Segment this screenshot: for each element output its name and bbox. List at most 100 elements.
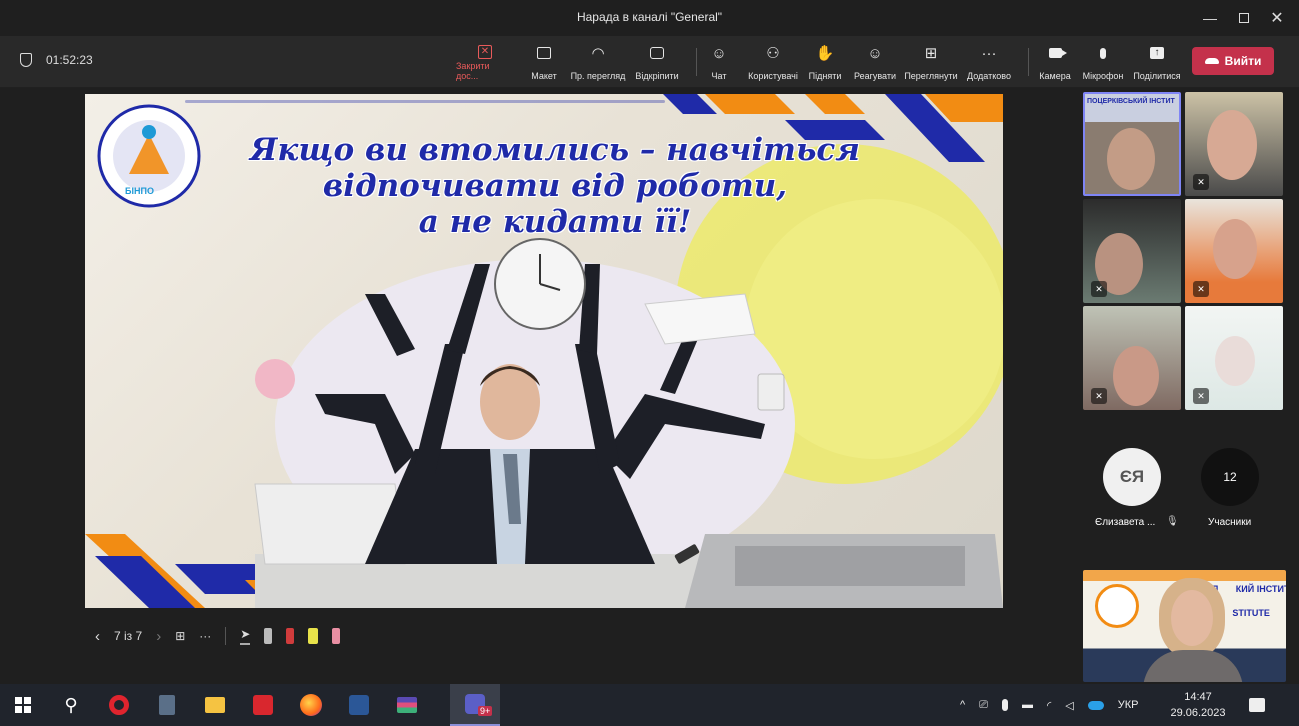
presentation-slide: БІНПО Якщо ви втомились – навчіться відп… [85,94,1003,608]
firefox-icon[interactable] [298,692,324,718]
people-button[interactable]: ⚇ Користувачі [746,43,800,81]
mic-off-icon: ✕ [1091,388,1107,404]
window-title: Нарада в каналі "General" [576,10,723,24]
chat-icon: ☺ [711,44,727,62]
camera-button[interactable]: Камера [1037,43,1073,81]
react-button[interactable]: ☺ Реагувати [852,43,898,82]
chat-button[interactable]: ☺ Чат [708,43,730,82]
calculator-icon[interactable] [154,692,180,718]
slide-counter: 7 із 7 [114,629,143,643]
stop-sharing-button[interactable]: ✕ Закрити дос... [456,43,514,81]
participant-face [1215,336,1255,386]
presenter-video[interactable]: БІЛ КИЙ ІНСТИТУТ BIL STITUTE [1083,570,1286,682]
mic-tray-icon[interactable] [1001,699,1008,711]
meet-now-icon[interactable]: ⎚ [979,699,988,712]
search-icon[interactable]: ⚲ [58,692,84,718]
slide-controls: ‹ 7 із 7 › ⊞ ··· ➤ [95,626,354,646]
language-indicator[interactable]: УКР [1118,699,1139,711]
presenter-body [1143,650,1243,682]
meeting-timer: 01:52:23 [20,53,93,67]
logo-text: БІНПО [125,186,154,196]
people-icon: ⚇ [766,45,780,62]
prev-slide-icon[interactable]: ‹ [95,628,100,645]
red-pen-icon[interactable] [286,628,295,644]
toolbar-divider [696,48,697,76]
popout-button[interactable]: Відкріпити [632,43,682,81]
video-tile-2[interactable]: ✕ [1185,92,1283,196]
clock[interactable]: 14:47 29.06.2023 [1168,689,1228,721]
grid-icon: ⊞ [924,45,938,62]
participant-name: Єлизавета ... [1095,517,1156,528]
more-button[interactable]: ··· Додатково [964,43,1014,82]
opera-icon[interactable] [106,692,132,718]
notifications-icon[interactable] [1244,692,1270,718]
eraser-icon[interactable] [332,628,341,644]
presenter-face [1171,590,1213,646]
popout-icon [650,47,664,59]
mic-off-icon: ✕ [1091,281,1107,297]
mic-off-icon: ✕ [1193,174,1209,190]
raise-hand-button[interactable]: ✋ Підняти [808,43,842,81]
layout-icon [537,47,551,59]
mic-off-icon: 🎙︎ [1166,516,1179,527]
wifi-icon[interactable]: ◜ [1047,699,1051,712]
video-tile-1[interactable]: ПОЦЕРКІВСЬКИЙ ІНСТИТ [1083,92,1181,196]
smile-icon: ☺ [867,44,883,62]
close-button[interactable]: ✕ [1260,4,1294,32]
microphone-icon [1100,47,1106,59]
system-tray: ^ ⎚ ▬ ◜ ◁ УКР [960,684,1138,726]
more-icon: ··· [981,44,997,62]
pdf-reader-icon[interactable] [250,692,276,718]
video-tile-4[interactable]: ✕ [1185,199,1283,303]
participant-face [1107,128,1155,190]
video-tile-6[interactable]: ✕ [1185,306,1283,410]
eye-icon: ◠ [591,45,605,62]
share-icon: ↑ [1150,47,1164,59]
pen-tool-icon[interactable] [264,628,273,644]
video-tile-3[interactable]: ✕ [1083,199,1181,303]
notification-badge: 9+ [478,706,493,716]
more-options-icon[interactable]: ··· [199,629,211,643]
camera-icon [1048,48,1067,58]
view-button[interactable]: ◠ Пр. перегляд [569,43,627,81]
highlighter-icon[interactable] [308,628,319,644]
hand-icon: ✋ [815,45,835,62]
participant-face [1213,219,1257,279]
word-icon[interactable] [346,692,372,718]
minimize-button[interactable]: — [1193,4,1227,32]
divider [225,627,227,645]
maximize-button[interactable] [1227,4,1261,32]
battery-icon[interactable]: ▬ [1022,699,1033,711]
leave-button[interactable]: Вийти [1192,47,1274,75]
toolbar-divider [1028,48,1029,76]
participant-count-bubble[interactable]: 12 [1201,448,1259,506]
mic-off-icon: ✕ [1193,281,1209,297]
file-explorer-icon[interactable] [202,692,228,718]
participants-label: Учасники [1208,517,1252,528]
meeting-toolbar: 01:52:23 ✕ Закрити дос... Макет ◠ Пр. пе… [0,36,1299,88]
next-slide-icon[interactable]: › [156,628,161,645]
teams-taskbar-button[interactable]: 9+ [450,684,500,726]
start-icon[interactable] [10,692,36,718]
phone-icon [1204,58,1219,64]
pointer-tool-icon[interactable]: ➤ [240,627,251,645]
volume-icon[interactable]: ◁ [1065,699,1073,712]
timer-text: 01:52:23 [46,53,93,67]
title-bar: Нарада в каналі "General" — ✕ [0,0,1299,36]
mic-off-icon: ✕ [1193,388,1209,404]
mic-button[interactable]: Мікрофон [1080,43,1126,81]
windows-taskbar: ⚲ 9+ ^ ⎚ ▬ ◜ ◁ УКР 14:47 29.06.2023 [0,684,1299,726]
shared-content-stage: БІНПО Якщо ви втомились – навчіться відп… [0,89,1080,684]
tray-overflow-icon[interactable]: ^ [960,699,965,711]
shield-icon [20,53,32,67]
video-tile-5[interactable]: ✕ [1083,306,1181,410]
layout-button[interactable]: Макет [528,43,560,81]
onedrive-icon[interactable] [1087,700,1104,710]
app-icon[interactable] [394,692,420,718]
share-button[interactable]: ↑ Поділитися [1132,43,1182,81]
grid-view-icon[interactable]: ⊞ [175,629,185,643]
slide-title: Якщо ви втомились – навчіться відпочиват… [250,132,860,240]
participant-avatar[interactable]: ЄЯ [1103,448,1161,506]
participant-face [1113,346,1159,406]
rooms-button[interactable]: ⊞ Переглянути [902,43,960,81]
